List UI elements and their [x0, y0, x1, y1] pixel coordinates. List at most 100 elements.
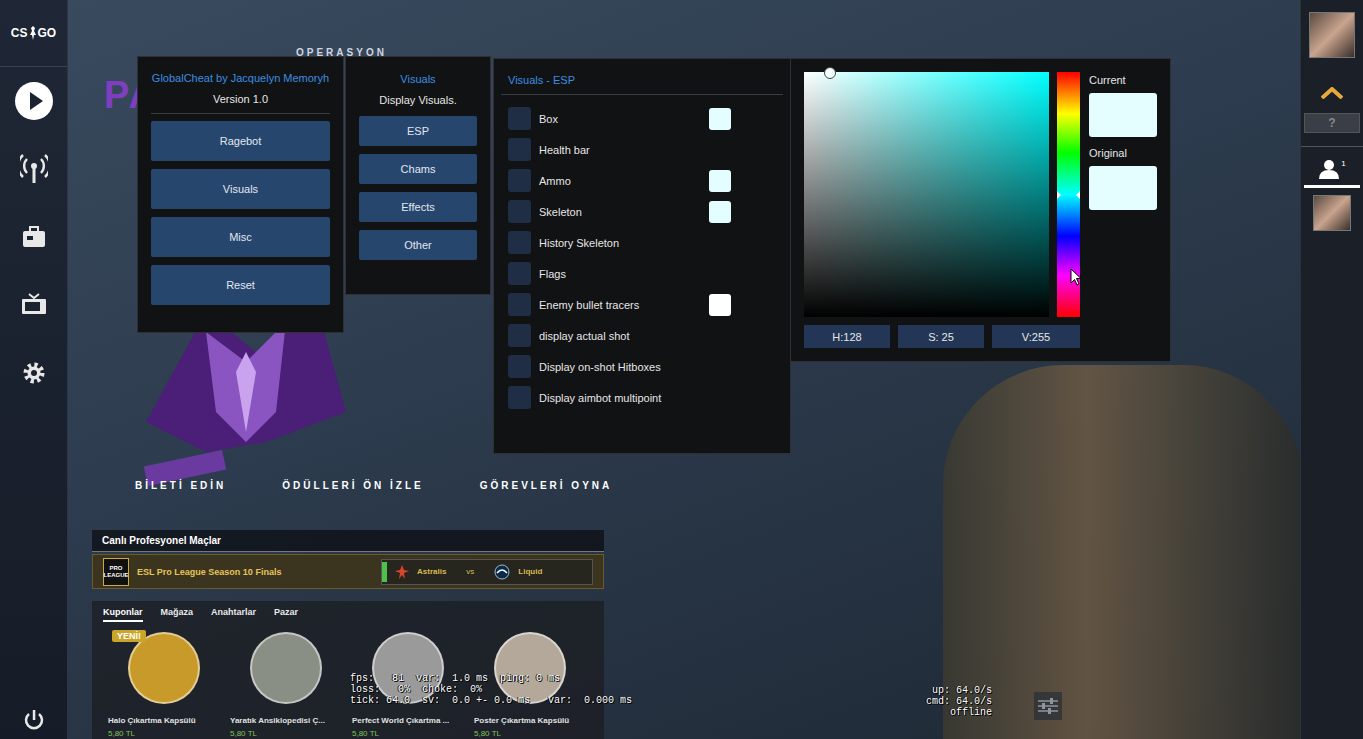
friend-avatar[interactable]: [1313, 195, 1351, 231]
agent-figure: [943, 365, 1300, 739]
main-menu-window[interactable]: GlobalCheat by Jacquelyn MemoryhVersion …: [137, 56, 344, 333]
option-label: Skeleton: [539, 206, 709, 218]
checkbox[interactable]: [508, 355, 531, 378]
tv-button[interactable]: [0, 271, 67, 339]
net-graph-line: fps: 81 var: 1.0 ms ping: 0 ms: [350, 673, 632, 684]
league-logo: PROLEAGUE: [103, 558, 129, 586]
logo-text-left: CS: [11, 26, 28, 40]
value-field[interactable]: V:255: [992, 325, 1080, 348]
store-panel: Kuponlar Mağaza Anahtarlar Pazar YENİ!Halo Ç…: [92, 601, 604, 739]
version-label: Version 1.0: [151, 92, 330, 106]
color-swatch[interactable]: [709, 170, 731, 192]
csgo-logo[interactable]: CS GO: [0, 0, 67, 67]
live-match-row[interactable]: PROLEAGUEESL Pro League Season 10 Finals…: [92, 554, 604, 589]
visuals-window[interactable]: VisualsDisplay Visuals.ESPChamsEffectsOt…: [345, 56, 491, 295]
option-label: Box: [539, 113, 709, 125]
league-logo-text: PRO: [109, 565, 122, 572]
window-title: Visuals - ESP: [501, 73, 783, 87]
left-sidebar: CS GO: [0, 0, 68, 739]
store-item[interactable]: Yaratık Ansiklopedisi Ç...5,80 TL: [230, 628, 352, 738]
item-price: 5,80 TL: [352, 729, 474, 738]
submenu-button[interactable]: ESP: [359, 116, 477, 146]
original-color[interactable]: [1089, 166, 1157, 210]
right-sidebar: ?1: [1300, 0, 1363, 739]
color-swatch[interactable]: [709, 294, 731, 316]
color-swatch[interactable]: [709, 108, 731, 130]
help-button[interactable]: ?: [1304, 113, 1360, 133]
hue-slider[interactable]: [1057, 72, 1080, 317]
online-count: 1: [1341, 159, 1345, 168]
main-menu-canvas: OPERASYONPABİLETİ EDİNÖDÜLLERİ ÖN İZLEGÖ…: [68, 0, 1300, 739]
checkbox[interactable]: [508, 107, 531, 130]
friends-button[interactable]: 1: [1318, 159, 1345, 179]
window-title: Visuals: [359, 72, 477, 86]
net-graph-line: up: 64.0/s: [926, 685, 992, 696]
net-graph-line: cmd: 64.0/s: [926, 696, 992, 707]
power-icon: [23, 709, 45, 731]
saturation-field[interactable]: S: 25: [898, 325, 984, 348]
promo-link[interactable]: BİLETİ EDİN: [135, 480, 226, 491]
current-color: [1089, 93, 1157, 137]
option-label: Display aimbot multipoint: [539, 392, 709, 404]
soldier-icon: [29, 26, 37, 40]
logo-text-right: GO: [38, 26, 57, 40]
promo-link[interactable]: ÖDÜLLERİ ÖN İZLE: [282, 480, 423, 491]
store-tab[interactable]: Mağaza: [161, 605, 194, 622]
color-picker-window[interactable]: CurrentOriginalH:128S: 25V:255: [790, 58, 1171, 362]
store-tab[interactable]: Kuponlar: [103, 605, 143, 622]
checkbox[interactable]: [508, 324, 531, 347]
option-label: display actual shot: [539, 330, 709, 342]
options-button[interactable]: [1034, 692, 1062, 720]
live-indicator: [382, 562, 387, 582]
live-matches-title: Canlı Profesyonel Maçlar: [92, 530, 604, 552]
promo-link[interactable]: GÖREVLERİ OYNA: [480, 480, 613, 491]
esp-option: Box: [501, 103, 783, 134]
option-label: History Skeleton: [539, 237, 709, 249]
esp-option: Ammo: [501, 165, 783, 196]
menu-button[interactable]: Visuals: [151, 169, 330, 209]
esp-option: display actual shot: [501, 320, 783, 351]
player-avatar[interactable]: [1309, 12, 1355, 58]
inventory-button[interactable]: [0, 203, 67, 271]
esp-option: Display on-shot Hitboxes: [501, 351, 783, 382]
watch-button[interactable]: [0, 135, 67, 203]
store-tab[interactable]: Anahtarlar: [211, 605, 256, 622]
play-button[interactable]: [0, 67, 67, 135]
bottom-panel: Canlı Profesyonel MaçlarPROLEAGUEESL Pro…: [92, 530, 604, 739]
net-graph-line: offline: [926, 707, 992, 718]
briefcase-icon: [22, 226, 46, 248]
item-name: Halo Çıkartma Kapsülü: [108, 716, 230, 725]
saturation-value-area[interactable]: [804, 72, 1049, 317]
menu-button[interactable]: Misc: [151, 217, 330, 257]
settings-button[interactable]: [0, 339, 67, 407]
submenu-button[interactable]: Other: [359, 230, 477, 260]
submenu-button[interactable]: Chams: [359, 154, 477, 184]
checkbox[interactable]: [508, 262, 531, 285]
checkbox[interactable]: [508, 231, 531, 254]
color-swatch[interactable]: [709, 201, 731, 223]
hue-marker-icon: [1057, 191, 1061, 199]
mouse-cursor-icon: [1070, 268, 1082, 286]
checkbox[interactable]: [508, 169, 531, 192]
picker-handle[interactable]: [824, 67, 836, 79]
checkbox[interactable]: [508, 138, 531, 161]
rank-chevron-icon: [1321, 87, 1343, 99]
versus-label: vs: [466, 567, 474, 576]
gear-icon: [22, 361, 46, 385]
menu-button[interactable]: Reset: [151, 265, 330, 305]
store-tab[interactable]: Pazar: [274, 605, 298, 622]
team-name: Liquid: [518, 567, 542, 576]
esp-option: History Skeleton: [501, 227, 783, 258]
checkbox[interactable]: [508, 386, 531, 409]
capsule-image: [250, 632, 322, 704]
submenu-button[interactable]: Effects: [359, 192, 477, 222]
checkbox[interactable]: [508, 200, 531, 223]
store-item[interactable]: YENİ!Halo Çıkartma Kapsülü5,80 TL: [108, 628, 230, 738]
checkbox[interactable]: [508, 293, 531, 316]
hue-field[interactable]: H:128: [804, 325, 890, 348]
esp-window[interactable]: Visuals - ESPBoxHealth barAmmoSkeletonHi…: [493, 58, 791, 454]
menu-button[interactable]: Ragebot: [151, 121, 330, 161]
quit-button[interactable]: [23, 709, 45, 739]
capsule-image: [128, 632, 200, 704]
option-label: Ammo: [539, 175, 709, 187]
